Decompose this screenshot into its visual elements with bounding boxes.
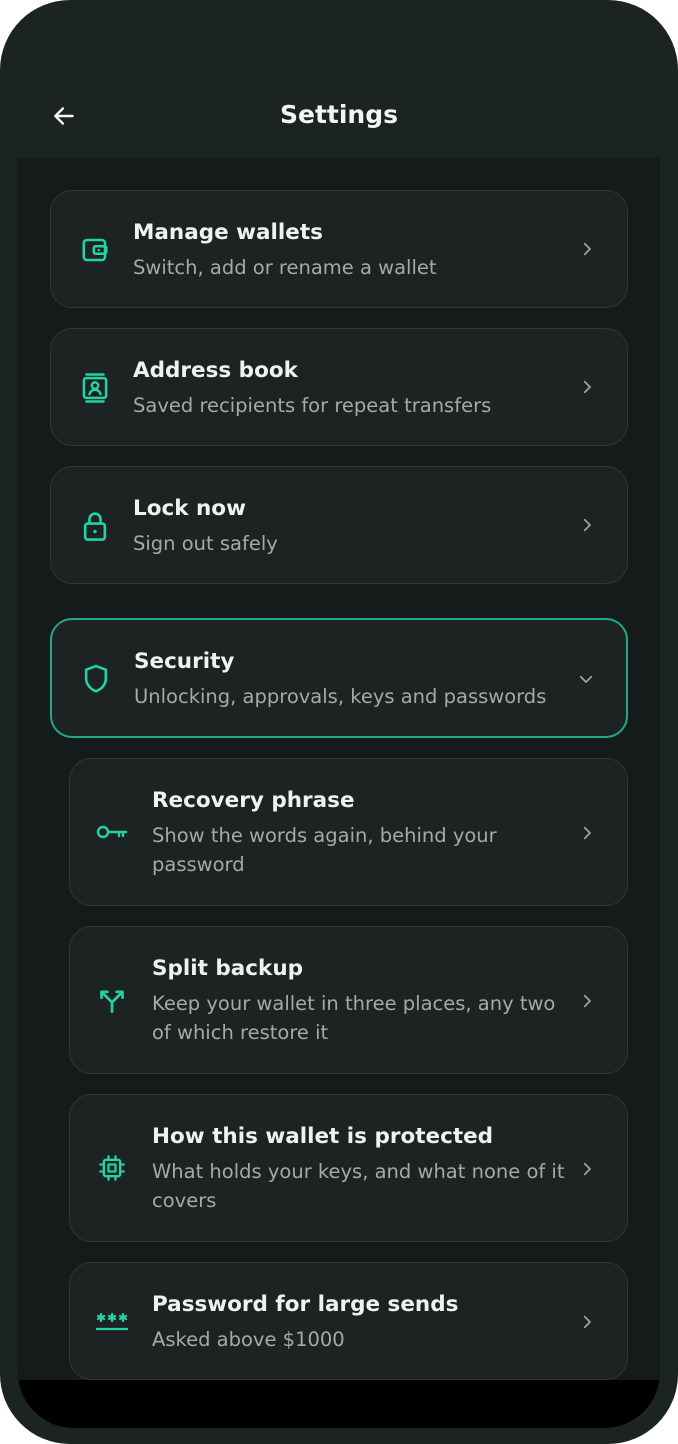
- chevron-down-icon: [574, 667, 598, 691]
- settings-list: Manage wallets Switch, add or rename a w…: [18, 158, 660, 1380]
- item-title: Password for large sends: [152, 1292, 459, 1317]
- password-icon: [95, 1305, 129, 1339]
- item-title: Recovery phrase: [152, 788, 355, 813]
- lock-icon: [78, 509, 112, 543]
- system-navigation-bar: [18, 1380, 660, 1428]
- wallet-protection-item[interactable]: How this wallet is protected What holds …: [69, 1094, 628, 1242]
- item-subtitle: Asked above $1000: [152, 1328, 345, 1351]
- item-title: Lock now: [133, 496, 246, 521]
- key-icon: [95, 815, 129, 849]
- item-title: Security: [134, 649, 235, 674]
- chevron-right-icon: [575, 375, 599, 399]
- app-screen: Settings Manage wallets Switch, add or r…: [18, 18, 660, 1428]
- manage-wallets-item[interactable]: Manage wallets Switch, add or rename a w…: [50, 190, 628, 308]
- chevron-right-icon: [575, 989, 599, 1013]
- shield-icon: [79, 662, 113, 696]
- split-backup-item[interactable]: Split backup Keep your wallet in three p…: [69, 926, 628, 1074]
- item-title: Split backup: [152, 956, 304, 981]
- wallet-icon: [78, 233, 112, 267]
- item-subtitle: What holds your keys, and what none of i…: [152, 1160, 565, 1212]
- security-section-header[interactable]: Security Unlocking, approvals, keys and …: [50, 618, 628, 738]
- chevron-right-icon: [575, 821, 599, 845]
- item-subtitle: Sign out safely: [133, 532, 278, 555]
- chip-icon: [95, 1151, 129, 1185]
- top-app-bar: Settings: [18, 18, 660, 158]
- chevron-right-icon: [575, 1157, 599, 1181]
- page-title: Settings: [279, 100, 398, 129]
- chevron-right-icon: [575, 513, 599, 537]
- chevron-right-icon: [575, 1310, 599, 1334]
- split-icon: [95, 983, 129, 1017]
- phone-frame: Settings Manage wallets Switch, add or r…: [0, 0, 678, 1444]
- item-title: Address book: [133, 358, 298, 383]
- contact-book-icon: [78, 371, 112, 405]
- address-book-item[interactable]: Address book Saved recipients for repeat…: [50, 328, 628, 446]
- item-title: How this wallet is protected: [152, 1124, 494, 1149]
- large-send-password-item[interactable]: Password for large sends Asked above $10…: [69, 1262, 628, 1380]
- item-subtitle: Saved recipients for repeat transfers: [133, 394, 492, 417]
- item-subtitle: Keep your wallet in three places, any tw…: [152, 992, 556, 1044]
- chevron-right-icon: [575, 237, 599, 261]
- item-subtitle: Show the words again, behind your passwo…: [152, 824, 497, 876]
- recovery-phrase-item[interactable]: Recovery phrase Show the words again, be…: [69, 758, 628, 906]
- item-title: Manage wallets: [133, 220, 323, 245]
- lock-now-item[interactable]: Lock now Sign out safely: [50, 466, 628, 584]
- item-subtitle: Switch, add or rename a wallet: [133, 256, 437, 279]
- item-subtitle: Unlocking, approvals, keys and passwords: [134, 685, 547, 708]
